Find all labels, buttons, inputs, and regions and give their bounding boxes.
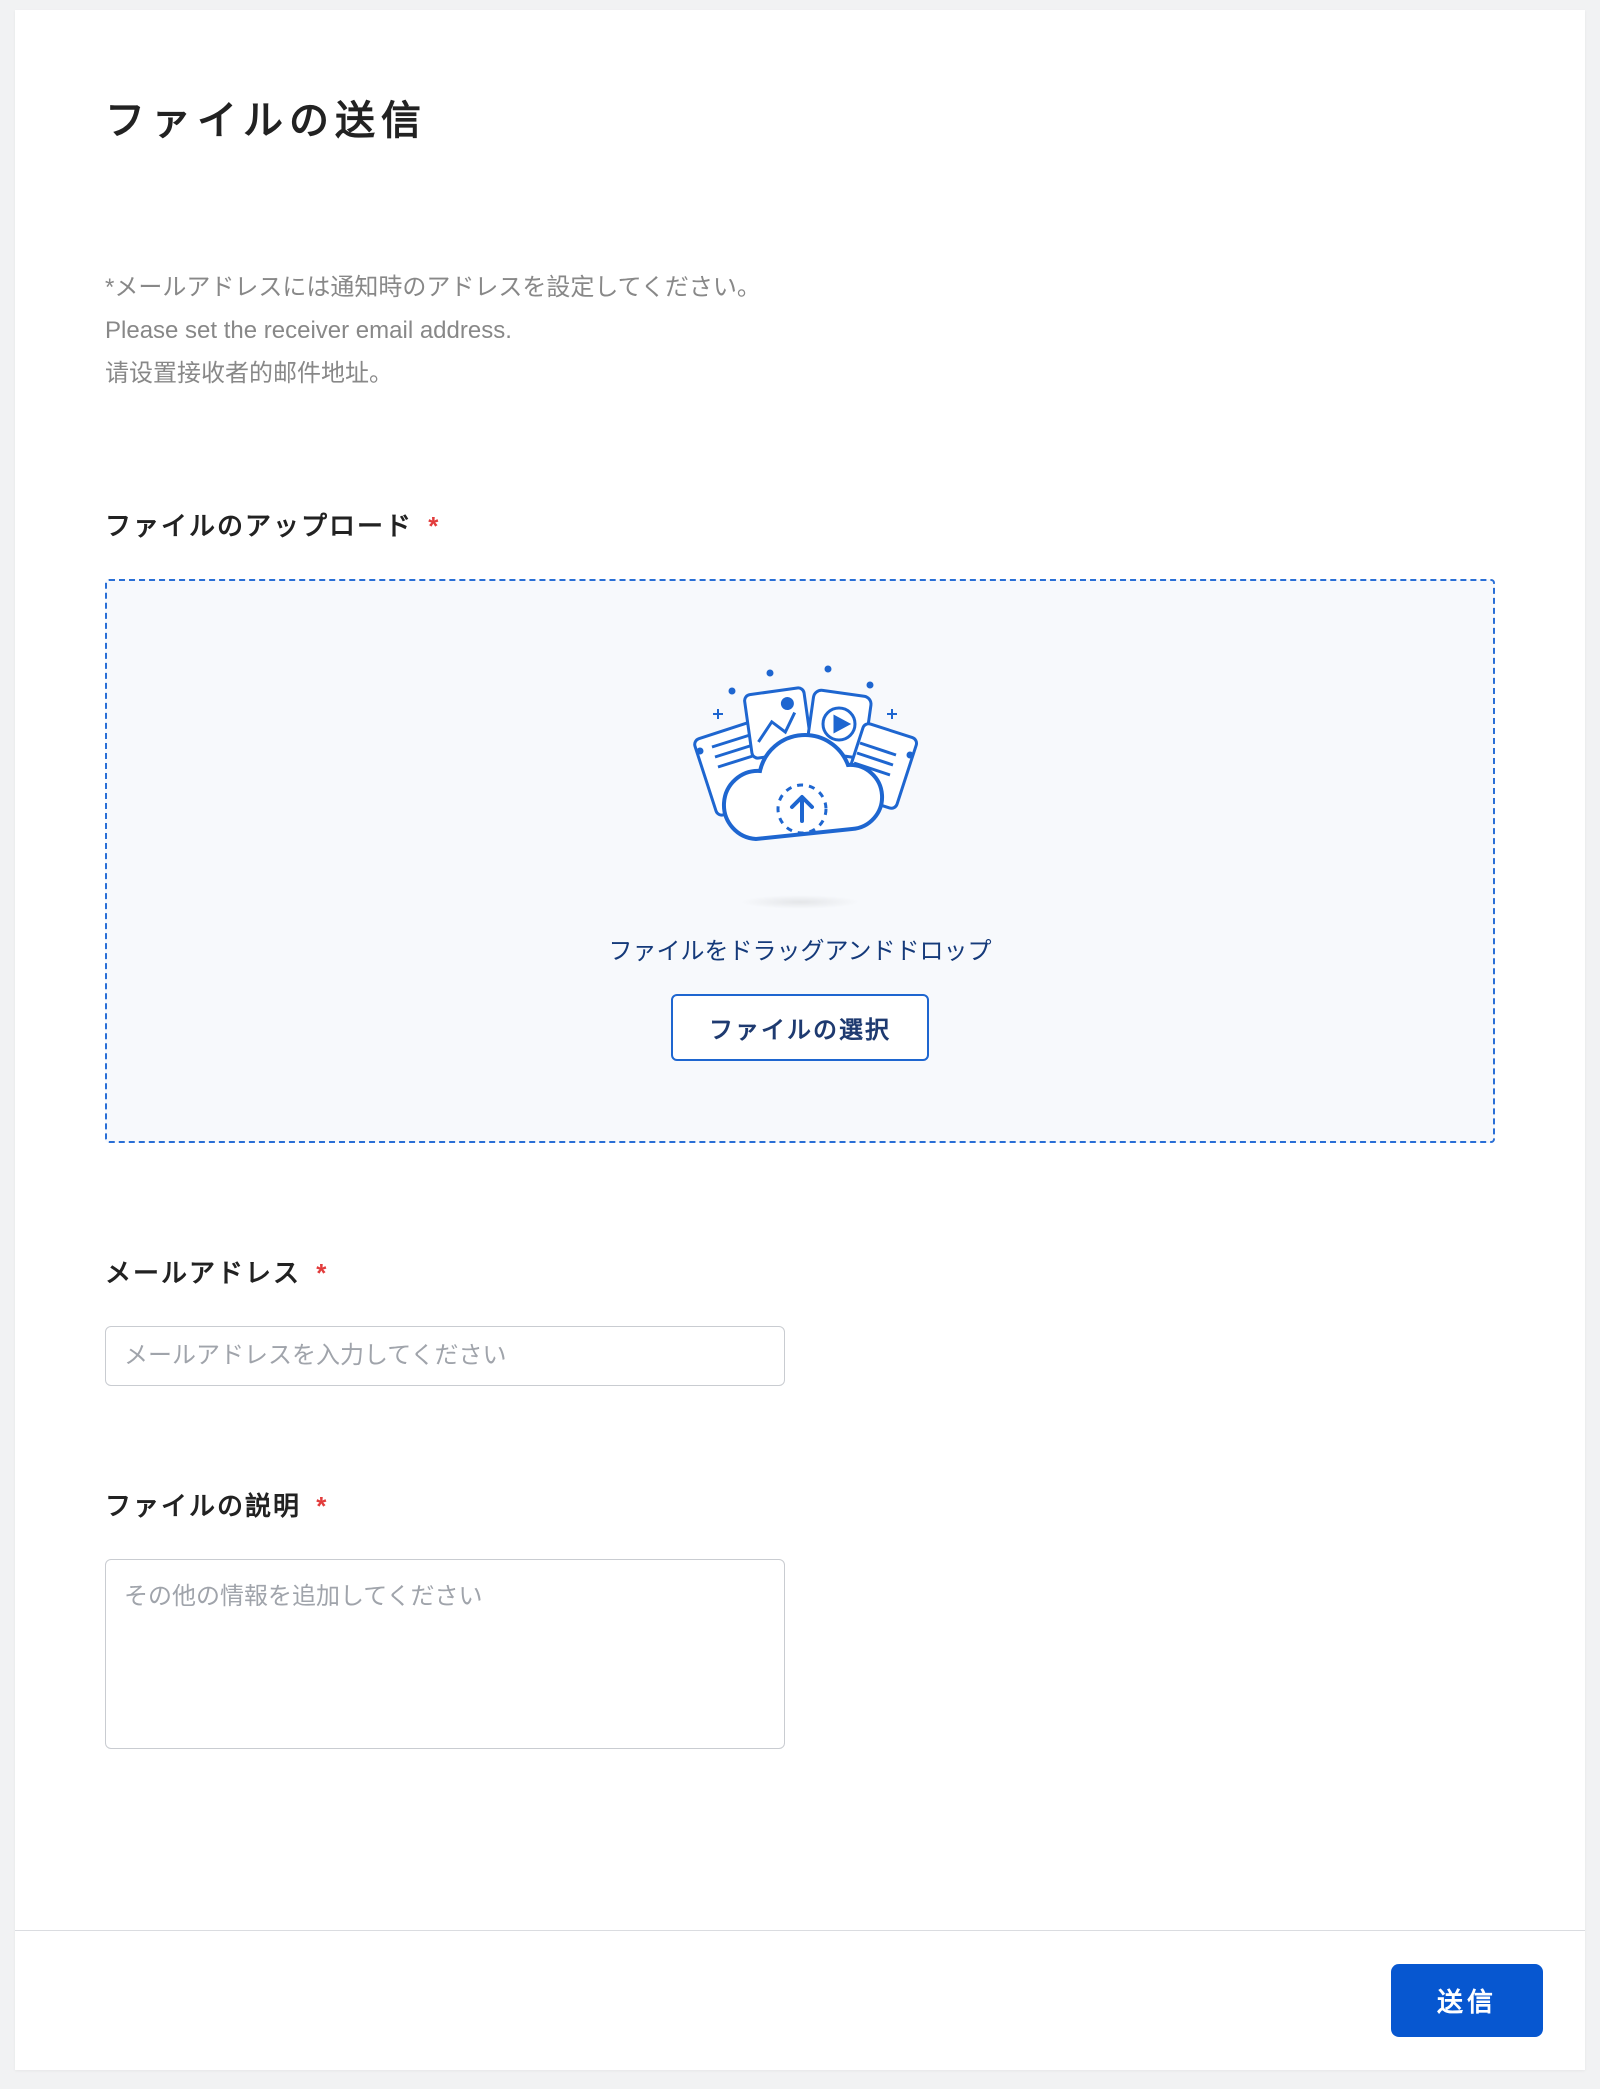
required-marker: * [428,511,440,541]
file-dropzone[interactable]: ファイルをドラッグアンドドロップ ファイルの選択 [105,579,1495,1143]
file-select-button[interactable]: ファイルの選択 [671,994,929,1061]
form-card: ファイルの送信 *メールアドレスには通知時のアドレスを設定してください。 Ple… [15,10,1585,2070]
required-marker: * [316,1491,328,1521]
email-field-block: メールアドレス * [105,1253,1495,1386]
note-line-jp: *メールアドレスには通知時のアドレスを設定してください。 [105,266,1495,309]
file-upload-label: ファイルのアップロード * [105,506,1495,543]
form-footer: 送信 [15,1930,1585,2070]
form-content: ファイルの送信 *メールアドレスには通知時のアドレスを設定してください。 Ple… [15,10,1585,2054]
description-textarea[interactable] [105,1559,785,1749]
email-input[interactable] [105,1326,785,1386]
instruction-note: *メールアドレスには通知時のアドレスを設定してください。 Please set … [105,266,1495,396]
description-field-block: ファイルの説明 * [105,1486,1495,1754]
email-label-text: メールアドレス [105,1258,301,1288]
email-label: メールアドレス * [105,1253,1495,1290]
page-title: ファイルの送信 [105,88,1495,146]
submit-button[interactable]: 送信 [1391,1964,1543,2037]
note-line-zh: 请设置接收者的邮件地址。 [105,352,1495,395]
description-label: ファイルの説明 * [105,1486,1495,1523]
file-upload-field: ファイルのアップロード * [105,506,1495,1143]
dropzone-instruction: ファイルをドラッグアンドドロップ [147,931,1453,966]
illustration-shadow [740,895,860,909]
note-line-en: Please set the receiver email address. [105,309,1495,352]
required-marker: * [316,1258,328,1288]
upload-cloud-illustration-icon [660,651,940,881]
description-label-text: ファイルの説明 [105,1491,301,1521]
file-upload-label-text: ファイルのアップロード [105,511,413,541]
